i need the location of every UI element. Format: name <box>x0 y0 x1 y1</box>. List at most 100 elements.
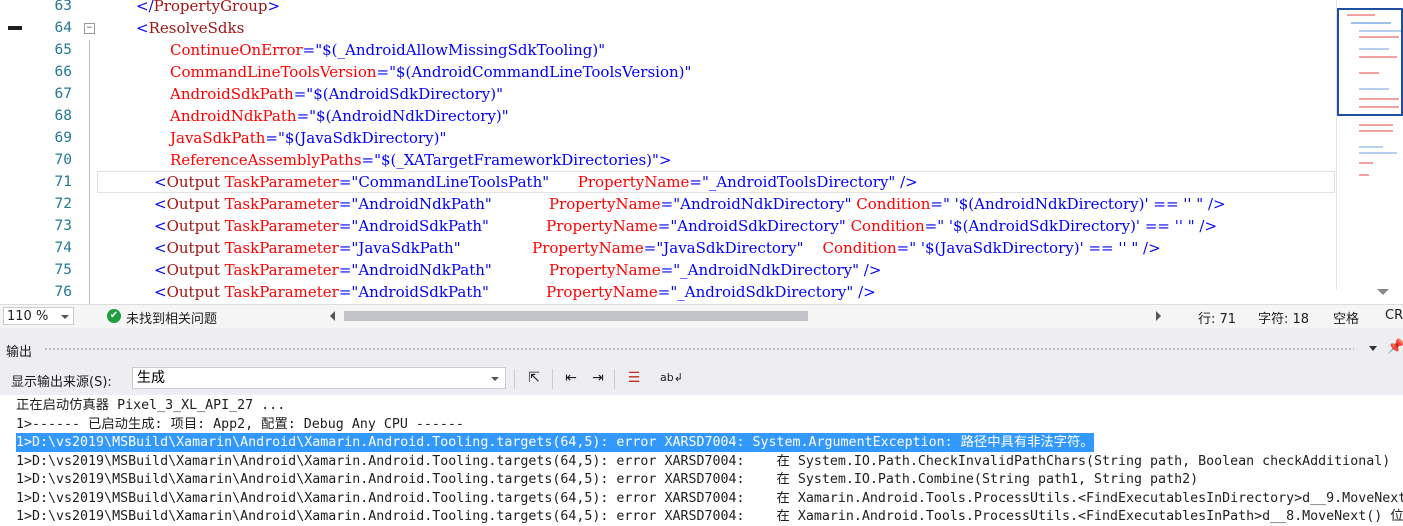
code-token: =" <box>338 239 359 257</box>
code-token: TaskParameter <box>219 239 339 257</box>
previous-message-icon[interactable]: ⇤ <box>560 368 582 388</box>
code-token: " /> <box>1187 217 1218 235</box>
code-token: PropertyName <box>549 261 661 279</box>
code-token: </ <box>136 0 154 15</box>
code-line[interactable]: 70 ReferenceAssemblyPaths="$(_XATargetFra… <box>0 149 1336 171</box>
code-token: " /> <box>846 283 876 301</box>
output-line[interactable]: 正在启动仿真器 Pixel_3_XL_API_27 ... <box>16 396 285 415</box>
code-token: " /> <box>888 173 918 191</box>
header-grip <box>44 347 1354 351</box>
code-token: $(_XATargetFrameworkDirectories) <box>381 151 653 169</box>
code-token: Condition <box>856 195 931 213</box>
code-token: =" <box>361 151 382 169</box>
code-token: < <box>154 217 167 235</box>
whitespace-indicator[interactable]: 空格 <box>1333 308 1359 327</box>
pin-icon[interactable]: 📌 <box>1387 339 1403 355</box>
code-token: PropertyName <box>577 173 690 191</box>
code-token: " <box>482 283 547 301</box>
line-number: 67 <box>54 86 72 102</box>
code-editor[interactable]: 63 </PropertyGroup> 64 − <ResolveSdks 65 Conti… <box>0 0 1403 304</box>
output-line[interactable]: 1>D:\vs2019\MSBuild\Xamarin\Android\Xama… <box>16 452 1390 471</box>
code-line[interactable]: 66 CommandLineToolsVersion="$(AndroidComm… <box>0 61 1336 83</box>
code-token: < <box>154 261 167 279</box>
scroll-left-arrow-icon[interactable] <box>330 311 335 321</box>
line-number: 75 <box>54 262 72 278</box>
output-line-selected[interactable]: 1>D:\vs2019\MSBuild\Xamarin\Android\Xama… <box>16 433 1094 452</box>
code-token: < <box>154 239 167 257</box>
code-token: =" <box>293 85 314 103</box>
code-token: $(AndroidNdkDirectory) <box>316 107 502 125</box>
code-token: _AndroidNdkDirectory <box>680 261 853 279</box>
panel-menu-chevron-icon[interactable] <box>1369 346 1377 351</box>
code-text: <Output TaskParameter="CommandLineToolsP… <box>154 171 918 193</box>
word-wrap-icon[interactable]: ab↲ <box>660 368 683 388</box>
code-line[interactable]: 76 <Output TaskParameter="AndroidSdkPath"… <box>0 281 1336 303</box>
code-token: =" <box>338 195 359 213</box>
code-token: AndroidNdkPath <box>358 195 485 213</box>
code-token: " /> <box>1131 239 1161 257</box>
output-source-value: 生成 <box>137 370 165 386</box>
code-line[interactable]: 71 <Output TaskParameter="CommandLineTool… <box>0 171 1336 193</box>
collapse-icon[interactable]: − <box>84 23 95 34</box>
code-line[interactable]: 72 <Output TaskParameter="AndroidNdkPath"… <box>0 193 1336 215</box>
output-source-select[interactable]: 生成 <box>132 367 506 389</box>
code-token: TaskParameter <box>219 261 339 279</box>
zoom-dropdown[interactable]: 110 % <box>3 307 74 325</box>
code-token: $(JavaSdkDirectory) <box>284 129 440 147</box>
code-token: =" <box>338 217 359 235</box>
find-message-in-code-icon[interactable]: ⇱ <box>523 368 545 388</box>
code-token: =" <box>338 283 359 301</box>
code-text: CommandLineToolsVersion="$(AndroidComman… <box>170 61 691 83</box>
code-token: " <box>453 239 533 257</box>
code-token: =" <box>296 107 317 125</box>
horizontal-scrollbar-thumb[interactable] <box>344 311 808 321</box>
scroll-down-arrow-icon[interactable] <box>1377 289 1389 295</box>
code-token: Output <box>166 173 220 191</box>
line-number: 64 <box>54 20 72 36</box>
chevron-down-icon <box>491 377 499 381</box>
code-text: <ResolveSdks <box>136 17 244 39</box>
output-panel-title: 输出 <box>6 345 33 360</box>
code-token: > <box>267 0 281 15</box>
issues-status[interactable]: 未找到相关问题 <box>126 308 217 327</box>
code-token: " <box>484 195 550 213</box>
code-token: < <box>136 19 149 37</box>
output-line[interactable]: 1>------ 已启动生成: 项目: App2, 配置: Debug Any … <box>16 415 464 434</box>
output-line[interactable]: 1>D:\vs2019\MSBuild\Xamarin\Android\Xama… <box>16 470 1198 489</box>
line-number: 63 <box>54 0 72 14</box>
code-token: JavaSdkPath <box>170 129 266 147</box>
code-token: AndroidNdkPath <box>358 261 485 279</box>
line-number: 65 <box>54 42 72 58</box>
scroll-right-arrow-icon[interactable] <box>1156 311 1161 321</box>
code-token: PropertyName <box>546 217 658 235</box>
code-line[interactable]: 68 AndroidNdkPath="$(AndroidNdkDirectory)… <box>0 105 1336 127</box>
line-indicator[interactable]: 行: 71 <box>1198 308 1236 327</box>
editor-status-bar: 110 % ✔ 未找到相关问题 行: 71 字符: 18 空格 CR <box>0 304 1403 328</box>
code-line[interactable]: 73 <Output TaskParameter="AndroidSdkPath"… <box>0 215 1336 237</box>
code-line[interactable]: 67 AndroidSdkPath="$(AndroidSdkDirectory)… <box>0 83 1336 105</box>
char-indicator[interactable]: 字符: 18 <box>1258 308 1309 327</box>
code-token: PropertyGroup <box>153 0 268 15</box>
output-line[interactable]: 1>D:\vs2019\MSBuild\Xamarin\Android\Xama… <box>16 507 1403 526</box>
line-number: 74 <box>54 240 72 256</box>
code-token: CommandLineToolsVersion <box>170 63 377 81</box>
output-toolbar: 显示输出来源(S): 生成 ⇱ ⇤ ⇥ ☰ ab↲ <box>0 362 1403 394</box>
code-line[interactable]: 65 ContinueOnError="$(_AndroidAllowMissin… <box>0 39 1336 61</box>
code-token: " <box>542 173 578 191</box>
clear-all-icon[interactable]: ☰ <box>623 368 645 388</box>
output-line[interactable]: 1>D:\vs2019\MSBuild\Xamarin\Android\Xama… <box>16 489 1403 508</box>
next-message-icon[interactable]: ⇥ <box>587 368 609 388</box>
code-token: Condition <box>850 217 925 235</box>
code-line[interactable]: 69 JavaSdkPath="$(JavaSdkDirectory)" <box>0 127 1336 149</box>
line-ending-indicator[interactable]: CR <box>1385 308 1403 323</box>
minimap-viewport[interactable] <box>1337 8 1403 116</box>
code-line[interactable]: 75 <Output TaskParameter="AndroidNdkPath"… <box>0 259 1336 281</box>
code-token: '$(JavaSdkDirectory)' == '' <box>920 239 1132 257</box>
output-text[interactable]: 正在启动仿真器 Pixel_3_XL_API_27 ... 1>------ 已启… <box>0 395 1403 526</box>
output-source-label: 显示输出来源(S): <box>11 375 112 390</box>
code-token: =" <box>302 41 323 59</box>
code-line[interactable]: 63 </PropertyGroup> <box>0 0 1336 17</box>
code-line[interactable]: 74 <Output TaskParameter="JavaSdkPath" Pr… <box>0 237 1336 259</box>
code-line[interactable]: 64 − <ResolveSdks <box>0 17 1336 39</box>
code-token: AndroidSdkPath <box>170 85 294 103</box>
